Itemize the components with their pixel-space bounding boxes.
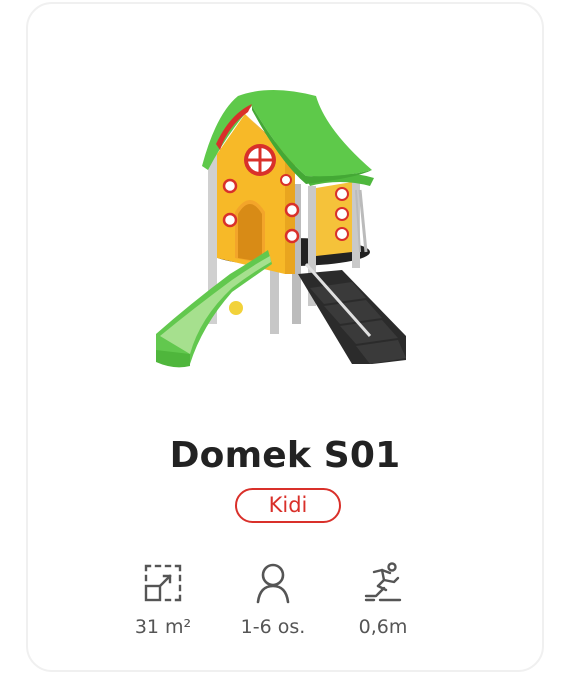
fall-height-icon xyxy=(364,562,402,602)
spec-fall-height-label: 0,6m xyxy=(358,616,408,638)
area-icon xyxy=(144,564,182,602)
spec-capacity-label: 1-6 os. xyxy=(240,616,306,638)
spec-area-label: 31 m² xyxy=(134,616,192,638)
product-title: Domek S01 xyxy=(169,435,401,476)
person-icon xyxy=(256,563,290,604)
product-image xyxy=(156,90,406,368)
spec-area: 31 m² xyxy=(108,560,218,640)
category-badge[interactable]: Kidi xyxy=(235,488,341,523)
spec-fall-height: 0,6m xyxy=(328,560,438,640)
specs-row: 31 m² 1-6 os. 0,6m xyxy=(0,560,570,650)
spec-capacity: 1-6 os. xyxy=(218,560,328,640)
